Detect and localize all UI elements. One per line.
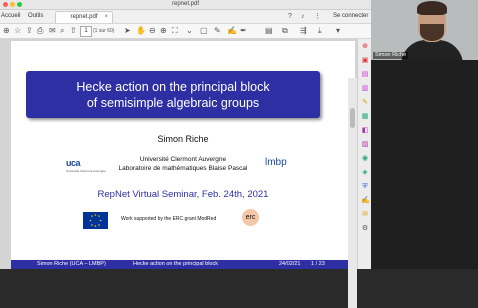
footer-title: Hecke action on the principal block — [133, 261, 218, 267]
slide-title-line2: of semisimple algebraic groups — [86, 96, 260, 110]
pdf-export-icon[interactable]: ▣ — [361, 57, 369, 65]
create-pdf-icon[interactable]: ▥ — [361, 85, 369, 93]
window-titlebar: repnet.pdf — [0, 0, 371, 10]
slide-page: Hecke action on the principal block of s… — [11, 41, 355, 269]
video-call-panel: Simon Riche — [371, 0, 478, 269]
protect-icon[interactable]: ◈ — [361, 169, 369, 177]
send-for-signature-icon[interactable]: ✉ — [361, 211, 369, 219]
window-title: repnet.pdf — [171, 1, 200, 7]
email-icon[interactable]: ✉ — [49, 26, 56, 36]
participant-video[interactable]: Simon Riche — [371, 0, 478, 60]
zoom-out-icon[interactable]: ⊖ — [149, 26, 156, 36]
pdf-viewer[interactable]: Hecke action on the principal block of s… — [0, 39, 357, 308]
fill-sign-icon[interactable]: ✍ — [361, 197, 370, 205]
chevron-down-icon[interactable]: ⌄ — [186, 26, 193, 36]
tab-outils[interactable]: Outils — [28, 12, 43, 21]
slide-title-box: Hecke action on the principal block of s… — [26, 71, 320, 118]
share-icon[interactable]: ⇶ — [300, 26, 307, 36]
edit-pdf-icon[interactable]: ▤ — [361, 71, 369, 79]
hand-tool-icon[interactable]: ✋ — [136, 26, 146, 36]
page-count: (1 sur 60) — [93, 28, 115, 34]
slide-author: Simon Riche — [157, 134, 209, 144]
combine-files-icon[interactable]: ▦ — [361, 113, 369, 121]
sidebar-toggle-icon[interactable]: ▤ — [265, 26, 273, 36]
compare-icon[interactable]: ⧉ — [282, 26, 288, 36]
vertical-scrollbar[interactable] — [348, 78, 357, 308]
pdf-toolbar: ⊕ ☆ ⇪ ⎙ ✉ ⌕ ⇧ 1 (1 sur 60) ➤ ✋ ⊖ ⊕ ⛶ ⌄ ▢… — [0, 24, 371, 39]
page-number-input[interactable]: 1 — [80, 26, 92, 37]
participant-torso — [401, 40, 463, 60]
more-options-icon[interactable]: ▾ — [336, 26, 340, 36]
footer-date: 24/02/21 — [279, 261, 301, 267]
fit-page-icon[interactable]: ⛶ — [172, 26, 178, 36]
create-icon[interactable]: ⊕ — [3, 26, 10, 36]
tools-side-panel: ⊕ ▣ ▤ ▥ ✎ ▦ ◧ ▨ ◉ ◈ ⛨ ✍ ✉ ⚙ — [357, 39, 372, 269]
upload-icon[interactable]: ⇪ — [26, 26, 33, 36]
highlight-icon[interactable]: ✍ — [227, 26, 237, 36]
participant-name-label: Simon Riche — [373, 52, 409, 59]
print-icon[interactable]: ⎙ — [37, 26, 43, 36]
zoom-in-icon[interactable]: ⊕ — [160, 26, 167, 36]
select-cursor-icon[interactable]: ➤ — [124, 26, 131, 36]
apps-icon[interactable]: ⋮ — [314, 12, 321, 21]
help-icon[interactable]: ? — [288, 12, 292, 21]
scrollbar-thumb[interactable] — [350, 108, 355, 128]
erc-logo: erc — [242, 209, 259, 226]
slide-support-note: Work supported by the ERC grant ModRed — [121, 216, 217, 222]
slide-affiliation-university: Université Clermont Auvergne — [139, 156, 227, 163]
download-icon[interactable]: ⤓ — [318, 26, 322, 36]
slide-footer: Simon Riche (UCA – LMBP) Hecke action on… — [11, 260, 355, 269]
slide-title-line1: Hecke action on the principal block — [76, 80, 270, 94]
bookmark-star-icon[interactable]: ☆ — [14, 26, 21, 36]
footer-page: 1 / 23 — [311, 261, 325, 267]
participant-hair — [417, 1, 447, 15]
zoom-icon[interactable]: ⊕ — [361, 43, 369, 51]
slide-affiliation-lab: Laboratoire de mathématiques Blaise Pasc… — [118, 165, 248, 172]
scan-icon[interactable]: ◉ — [361, 155, 369, 163]
bell-icon[interactable]: ♪ — [301, 12, 305, 21]
footer-author: Simon Riche (UCA – LMBP) — [37, 261, 106, 267]
close-tab-icon[interactable]: × — [104, 12, 108, 23]
eu-flag-logo — [83, 212, 108, 229]
sign-icon[interactable]: ✒ — [240, 26, 247, 36]
search-icon[interactable]: ⌕ — [60, 26, 64, 36]
tab-document[interactable]: repnet.pdf × — [55, 11, 113, 23]
sign-in-link[interactable]: Se connecter — [333, 12, 368, 21]
tab-document-label: repnet.pdf — [70, 14, 98, 20]
tab-accueil[interactable]: Accueil — [1, 12, 20, 21]
participant-beard — [420, 24, 444, 41]
organize-pages-icon[interactable]: ◧ — [361, 127, 369, 135]
tab-bar: Accueil Outils repnet.pdf × ? ♪ ⋮ Se con… — [0, 10, 371, 24]
pen-icon[interactable]: ✎ — [214, 26, 221, 36]
more-tools-icon[interactable]: ⚙ — [361, 225, 369, 233]
comment-tool-icon[interactable]: ✎ — [361, 99, 369, 107]
comment-icon[interactable]: ▢ — [200, 26, 208, 36]
previous-page-icon[interactable]: ⇧ — [70, 26, 77, 36]
eu-stars-icon — [89, 214, 102, 227]
redact-icon[interactable]: ▨ — [361, 141, 369, 149]
shield-icon[interactable]: ⛨ — [361, 183, 369, 191]
lmbp-logo: lmbp — [265, 157, 287, 168]
slide-seminar: RepNet Virtual Seminar, Feb. 24th, 2021 — [97, 189, 269, 200]
